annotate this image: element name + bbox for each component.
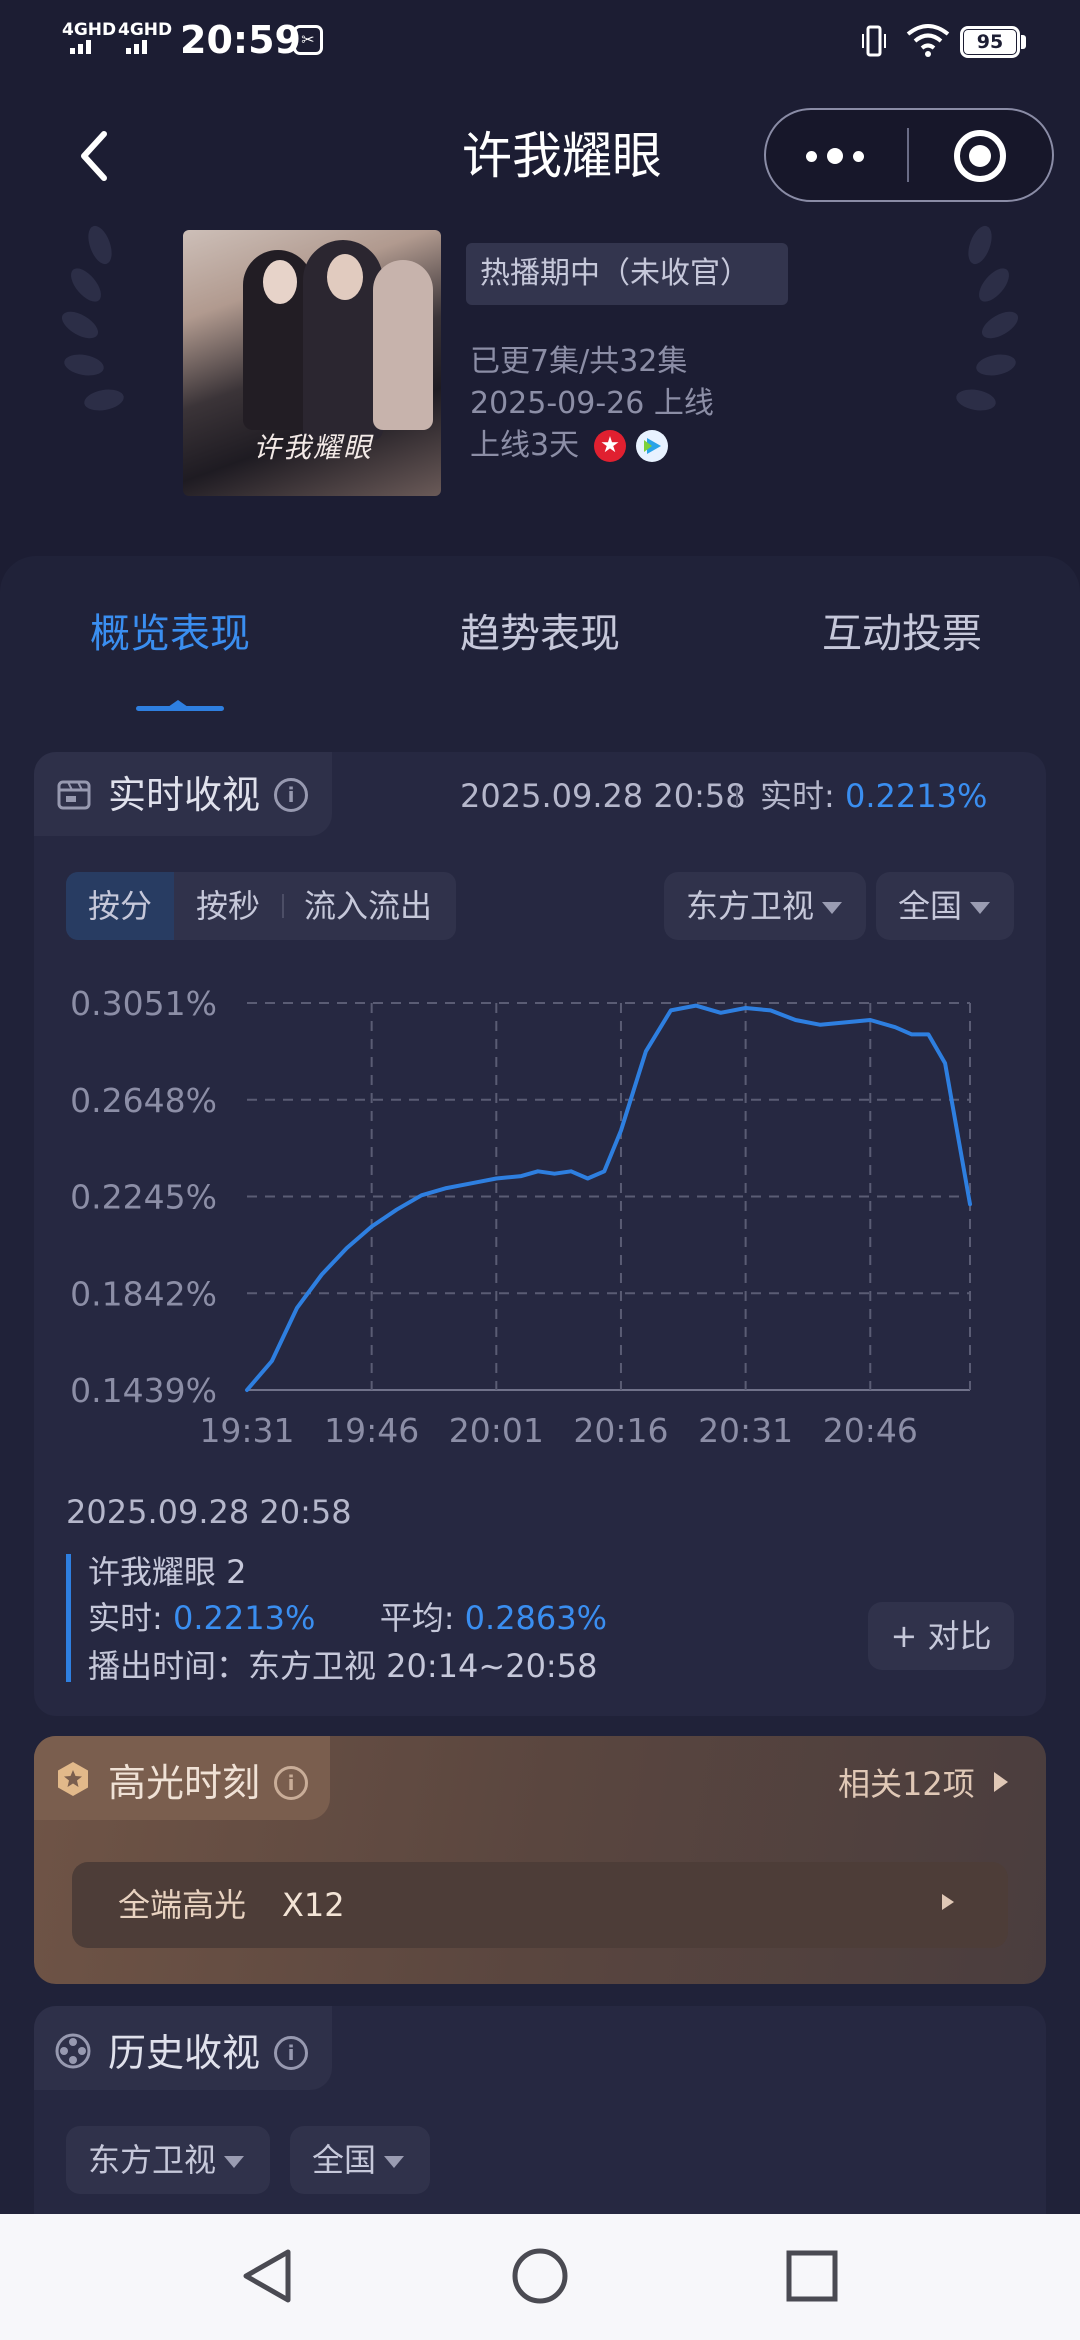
realtime-value: 0.2213% [844, 777, 988, 815]
signal-icon [126, 40, 147, 54]
tab-vote[interactable]: 互动投票 [822, 604, 982, 664]
y-tick-label: 0.2648% [70, 1081, 217, 1120]
summary-realtime-label: 实时: [88, 1599, 163, 1637]
summary-timestamp: 2025.09.28 20:58 [66, 1493, 352, 1531]
realtime-label: 实时: [760, 777, 835, 815]
highlight-row-label: 全端高光 [118, 1886, 247, 1924]
summary-airtime: 播出时间：东方卫视 20:14~20:58 [88, 1647, 598, 1685]
segment-by-second[interactable]: 按秒 [196, 872, 260, 940]
highlights-related-link[interactable]: 相关12项 [838, 1762, 975, 1806]
summary-realtime-value: 0.2213% [172, 1599, 316, 1637]
chevron-right-icon[interactable] [994, 1772, 1008, 1792]
capsule-divider [907, 128, 909, 182]
x-tick-label: 20:46 [823, 1411, 918, 1450]
summary-episode: 许我耀眼 2 [88, 1553, 247, 1591]
summary-accent-bar [66, 1554, 71, 1682]
highlight-row-value: X12 [282, 1886, 345, 1924]
history-title: 历史收视 [108, 2031, 261, 2075]
segment-by-minute[interactable]: 按分 [88, 872, 152, 940]
target-icon[interactable] [954, 130, 1006, 182]
tab-overview[interactable]: 概览表现 [90, 604, 250, 664]
drama-poster[interactable]: 许我耀眼 [183, 230, 441, 496]
network-label-1: 4GHD [62, 20, 117, 40]
poster-title: 许我耀眼 [253, 431, 374, 464]
channel-dropdown[interactable]: 东方卫视 [664, 872, 866, 940]
history-region-dropdown[interactable]: 全国 [290, 2126, 430, 2194]
y-tick-label: 0.1842% [70, 1274, 217, 1313]
info-icon[interactable]: i [274, 2036, 308, 2070]
signal-icon [70, 40, 91, 54]
info-icon[interactable]: i [274, 778, 308, 812]
segment-divider [282, 894, 284, 918]
status-badge: 热播期中（未收官） [466, 243, 788, 305]
history-region-value: 全国 [312, 2141, 377, 2179]
series-line [245, 1003, 972, 1392]
highlights-title: 高光时刻 [108, 1761, 261, 1805]
tab-indicator [136, 706, 224, 711]
battery-icon: 95 [960, 26, 1020, 58]
x-tick-label: 20:31 [698, 1411, 793, 1450]
chevron-down-icon [970, 902, 991, 914]
realtime-rating-label: 实时: 0.2213% [760, 774, 987, 818]
realtime-title: 实时收视 [108, 773, 261, 817]
separator [736, 786, 738, 806]
tencent-video-play-icon [636, 430, 668, 462]
y-tick-label: 0.1439% [70, 1371, 217, 1410]
realtime-timestamp: 2025.09.28 20:58 [460, 777, 746, 815]
summary-average-value: 0.2863% [464, 1599, 608, 1637]
x-tick-label: 19:46 [324, 1411, 419, 1450]
clock: 20:59 [180, 18, 301, 62]
release-date: 2025-09-26 上线 [470, 386, 714, 421]
back-triangle-icon[interactable] [240, 2246, 296, 2306]
x-tick-label: 19:31 [199, 1411, 294, 1450]
notification-icon: ✂ [293, 25, 323, 55]
vibrate-icon [862, 25, 886, 57]
history-channel-value: 东方卫视 [88, 2141, 217, 2179]
hexagon-star-icon [58, 1762, 88, 1796]
history-channel-dropdown[interactable]: 东方卫视 [66, 2126, 270, 2194]
y-tick-label: 0.3051% [70, 984, 217, 1023]
chevron-down-icon [822, 902, 843, 914]
x-tick-label: 20:16 [573, 1411, 668, 1450]
summary-average-label: 平均: [379, 1599, 455, 1637]
x-tick-label: 20:01 [449, 1411, 544, 1450]
chevron-down-icon [384, 2156, 405, 2168]
status-bar: 4GHD 4GHD 20:59 ✂ 95 [0, 0, 1080, 84]
dragon-tv-star-icon: ★ [594, 430, 626, 462]
days-online: 上线3天 [470, 428, 580, 463]
film-reel-icon [55, 2033, 91, 2069]
y-tick-label: 0.2245% [70, 1178, 217, 1217]
home-circle-icon[interactable] [510, 2246, 570, 2306]
info-icon[interactable]: i [274, 1766, 308, 1800]
laurel-right-icon [956, 225, 1019, 411]
laurel-left-icon [61, 225, 124, 411]
recents-square-icon[interactable] [784, 2248, 840, 2304]
battery-tip [1021, 35, 1026, 49]
tv-icon [57, 780, 91, 810]
compare-button[interactable]: + 对比 [868, 1602, 1014, 1670]
region-dropdown[interactable]: 全国 [876, 872, 1014, 940]
region-value: 全国 [898, 887, 963, 925]
realtime-line-chart[interactable]: 0.3051% 0.2648% 0.2245% 0.1842% 0.1439%19:31… [40, 975, 1000, 1475]
battery-level: 95 [964, 30, 1016, 54]
episode-count: 已更7集/共32集 [470, 344, 688, 379]
chevron-down-icon [224, 2156, 245, 2168]
summary-ratings: 实时: 0.2213% 平均: 0.2863% [88, 1596, 607, 1640]
wifi-icon [906, 24, 950, 57]
play-arrow-icon[interactable] [942, 1894, 954, 1910]
segment-flow[interactable]: 流入流出 [304, 872, 432, 940]
channel-value: 东方卫视 [686, 887, 815, 925]
more-dots-icon[interactable] [806, 146, 866, 166]
tab-trend[interactable]: 趋势表现 [460, 604, 620, 664]
network-label-2: 4GHD [118, 20, 173, 40]
